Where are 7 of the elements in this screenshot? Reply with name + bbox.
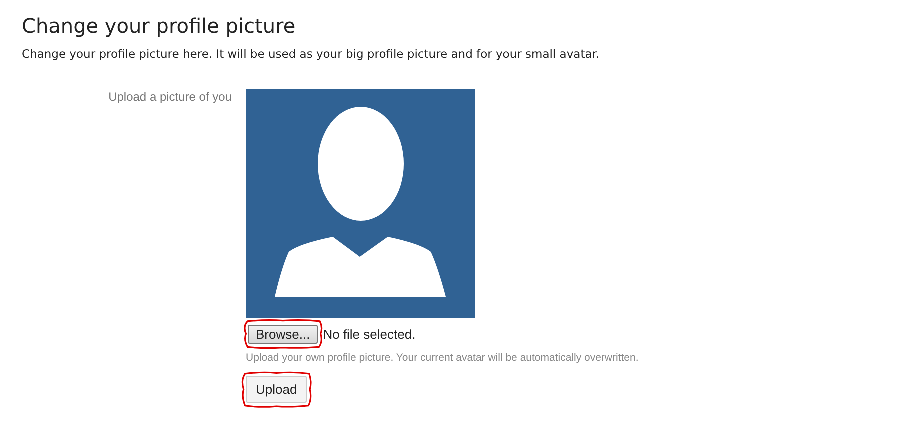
- upload-button[interactable]: Upload: [246, 376, 308, 403]
- field-label: Upload a picture of you: [108, 89, 233, 104]
- help-text: Upload your own profile picture. Your current avatar will be automatically overwritten.: [246, 352, 639, 364]
- page-title: Change your profile picture: [22, 14, 297, 38]
- file-status: No file selected.: [323, 326, 416, 342]
- browse-button[interactable]: Browse...: [248, 325, 318, 344]
- page-description: Change your profile picture here. It will be used as your big profile picture and for your small avatar.: [22, 47, 601, 61]
